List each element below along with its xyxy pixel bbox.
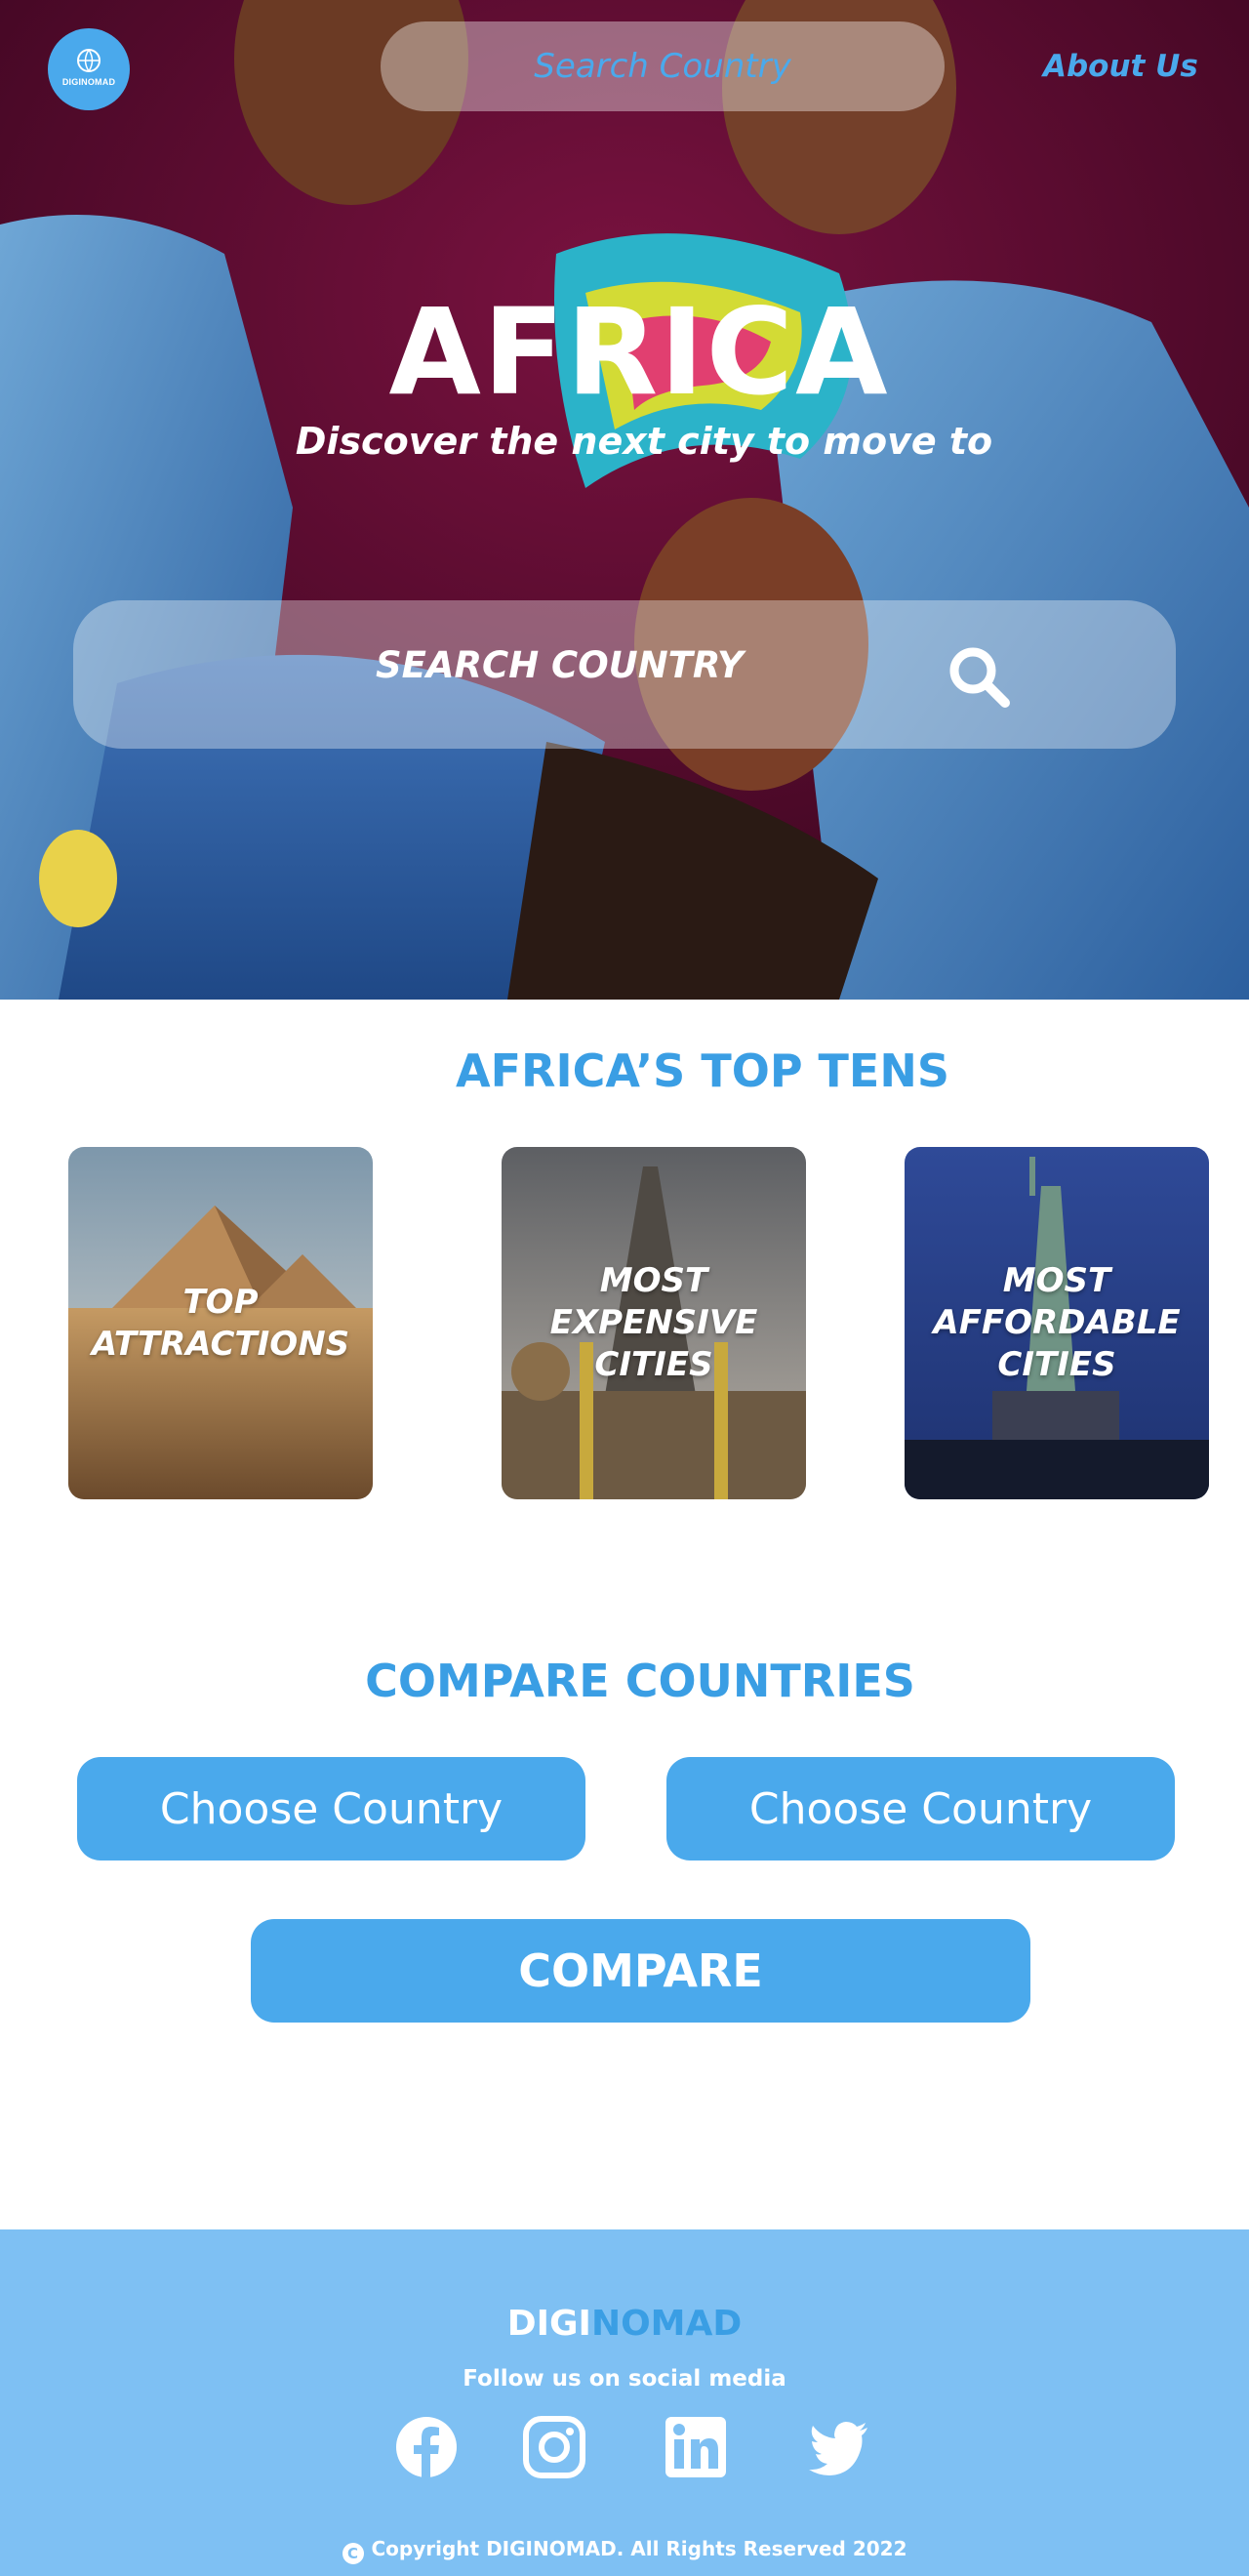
copyright-icon: C [342, 2543, 364, 2564]
card-top-attractions[interactable]: TOP ATTRACTIONS [68, 1147, 373, 1499]
footer-follow-text: Follow us on social media [463, 2366, 786, 2392]
card-label: MOST EXPENSIVE CITIES [549, 1261, 758, 1384]
copyright-text: C Copyright DIGINOMAD. All Rights Reserve… [0, 2537, 1249, 2564]
instagram-icon[interactable] [522, 2415, 586, 2479]
footer-brand: DIGINOMAD [0, 2304, 1249, 2344]
linkedin-icon[interactable] [664, 2415, 728, 2479]
hero-search-label[interactable]: SEARCH COUNTRY [376, 644, 744, 686]
footer-brand-digi: DIGI [506, 2304, 591, 2344]
top-tens-heading: AFRICA’S TOP TENS [456, 1044, 949, 1097]
footer-brand-nomad: NOMAD [590, 2304, 743, 2344]
card-most-expensive-cities[interactable]: MOST EXPENSIVE CITIES [502, 1147, 806, 1499]
choose-country-left-button[interactable]: Choose Country [77, 1757, 585, 1860]
choose-country-right-button[interactable]: Choose Country [666, 1757, 1175, 1860]
hero-subtitle: Discover the next city to move to [295, 420, 993, 463]
hero-section: DIGINOMAD About Us AFRICA Discover the n… [0, 0, 1249, 1000]
copyright-label: Copyright DIGINOMAD. All Rights Reserved… [371, 2537, 907, 2560]
header-search-input[interactable] [381, 21, 945, 111]
footer: DIGINOMAD Follow us on social media C Cop… [0, 2229, 1249, 2576]
hero-title: AFRICA [388, 283, 890, 422]
about-us-link[interactable]: About Us [1043, 49, 1198, 84]
globe-icon [77, 49, 101, 72]
facebook-icon[interactable] [394, 2415, 459, 2479]
logo-text: DIGINOMAD [61, 77, 116, 87]
card-most-affordable-cities[interactable]: MOST AFFORDABLE CITIES [905, 1147, 1209, 1499]
compare-heading: COMPARE COUNTRIES [365, 1655, 915, 1707]
site-logo[interactable]: DIGINOMAD [48, 28, 130, 110]
hero-background-photo [0, 0, 1249, 1000]
compare-button[interactable]: COMPARE [251, 1919, 1030, 2023]
twitter-icon[interactable] [807, 2415, 871, 2479]
search-icon[interactable] [947, 644, 1011, 709]
card-label: MOST AFFORDABLE CITIES [933, 1261, 1181, 1384]
card-label: TOP ATTRACTIONS [91, 1282, 350, 1364]
